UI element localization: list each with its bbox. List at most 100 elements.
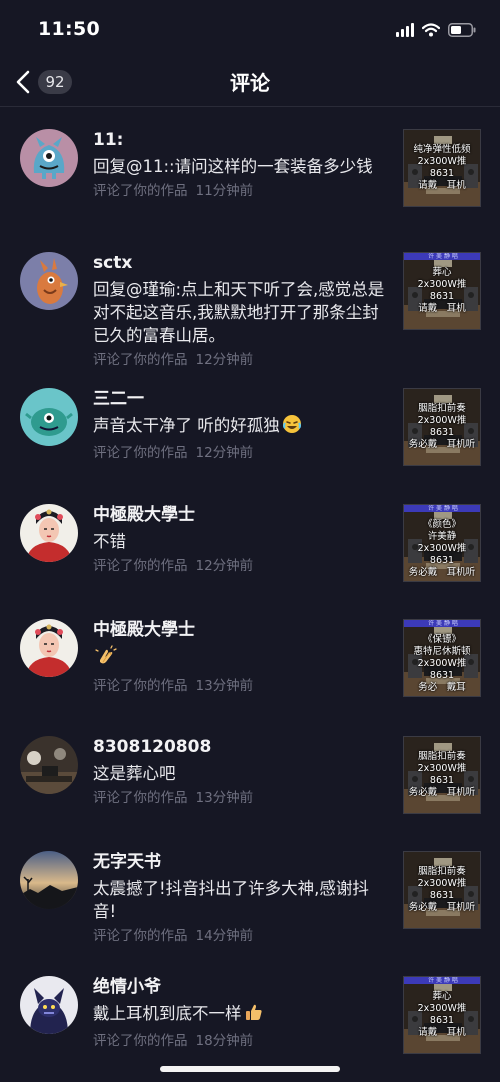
comment-timestamp: 18分钟前 (195, 1033, 254, 1049)
user-avatar[interactable] (20, 976, 78, 1034)
comment-timestamp: 12分钟前 (195, 445, 254, 461)
comment-username[interactable]: 无字天书 (93, 851, 391, 873)
battery-icon (448, 23, 476, 37)
comment-action-label: 评论了你的作品 (93, 558, 188, 574)
user-avatar[interactable] (20, 851, 78, 909)
comment-text: 戴上耳机到底不一样 (93, 1002, 391, 1028)
comment-item[interactable]: 绝情小爷戴上耳机到底不一样 评论了你的作品 18分钟前 许 美 静 唱葬心 2x300… (0, 954, 500, 1070)
comment-text: 声音太干净了 听的好孤独 (93, 414, 391, 440)
wifi-icon (422, 23, 440, 37)
user-avatar[interactable] (20, 388, 78, 446)
comment-text-content: 回复@瑾瑜:点上和天下听了会,感觉总是对不起这音乐,我默默地打开了那条尘封已久的… (93, 280, 385, 345)
comment-meta: 评论了你的作品 14分钟前 (93, 926, 391, 946)
thumbnail-caption: 胭脂扣前奏 2x300W推8631 务必戴 耳机听 (408, 866, 476, 913)
comment-body: 绝情小爷戴上耳机到底不一样 评论了你的作品 18分钟前 (93, 976, 391, 1051)
comment-body: 中極殿大學士评论了你的作品 13分钟前 (93, 619, 391, 696)
comment-text: 不错 (93, 530, 391, 553)
comment-timestamp: 13分钟前 (195, 790, 254, 806)
comment-body: sctx 回复@瑾瑜:点上和天下听了会,感觉总是对不起这音乐,我默默地打开了那条尘… (93, 252, 391, 370)
comment-item[interactable]: 中極殿大學士评论了你的作品 13分钟前 许 美 静 唱《保镖》 惠特尼休斯顿 2x3… (0, 597, 500, 714)
video-thumbnail[interactable]: 许 美 静 唱葬心 2x300W推8631 请戴 耳机 (403, 252, 481, 330)
thumbnail-caption: 葬心 2x300W推8631 请戴 耳机 (417, 267, 467, 314)
clap-emoji-icon (95, 645, 117, 673)
comment-meta: 评论了你的作品 12分钟前 (93, 556, 391, 576)
user-avatar[interactable] (20, 252, 78, 310)
comment-item[interactable]: 无字天书太震撼了!抖音抖出了许多大神,感谢抖音! 评论了你的作品 14分钟前 胭脂扣前… (0, 829, 500, 954)
comment-meta: 评论了你的作品 18分钟前 (93, 1031, 391, 1051)
user-avatar[interactable] (20, 736, 78, 794)
video-thumbnail[interactable]: 纯净弹性低频 2x300W推8631 请戴 耳机 (403, 129, 481, 207)
comment-username[interactable]: sctx (93, 252, 391, 274)
comment-item[interactable]: 中極殿大學士 不错 评论了你的作品 12分钟前 许 美 静 唱《颜色》 许美静 2x30… (0, 482, 500, 597)
comment-meta: 评论了你的作品 13分钟前 (93, 676, 391, 696)
thumbnail-banner: 许 美 静 唱 (404, 977, 480, 984)
comment-text: 太震撼了!抖音抖出了许多大神,感谢抖音! (93, 877, 391, 923)
comment-text-content: 戴上耳机到底不一样 (93, 1004, 242, 1023)
video-thumbnail[interactable]: 许 美 静 唱《颜色》 许美静 2x300W推8631 务必戴 耳机听 (403, 504, 481, 582)
video-thumbnail[interactable]: 许 美 静 唱《保镖》 惠特尼休斯顿 2x300W推8631 务必 戴耳 (403, 619, 481, 697)
comment-text: 这是葬心吧 (93, 762, 391, 785)
comment-text-content: 不错 (93, 532, 126, 551)
comment-meta: 评论了你的作品 13分钟前 (93, 788, 391, 808)
comment-text-content: 这是葬心吧 (93, 764, 176, 783)
video-thumbnail[interactable]: 胭脂扣前奏 2x300W推8631 务必戴 耳机听 (403, 851, 481, 929)
thumbnail-caption: 《保镖》 惠特尼休斯顿 2x300W推8631 务必 戴耳 (413, 634, 471, 693)
header: 92 评论 (0, 58, 500, 107)
thumbnail-caption: 胭脂扣前奏 2x300W推8631 务必戴 耳机听 (408, 403, 476, 450)
comment-item[interactable]: sctx 回复@瑾瑜:点上和天下听了会,感觉总是对不起这音乐,我默默地打开了那条尘… (0, 230, 500, 368)
comment-username[interactable]: 中極殿大學士 (93, 504, 391, 526)
laugh-cry-emoji-icon (282, 414, 302, 440)
comment-text-content: 声音太干净了 听的好孤独 (93, 416, 280, 435)
status-time: 11:50 (38, 18, 100, 40)
comment-item[interactable]: 11:回复@11::请问这样的一套装备多少钱 评论了你的作品 11分钟前 纯净弹性低频… (0, 107, 500, 230)
comment-username[interactable]: 8308120808 (93, 736, 391, 758)
thumbnail-caption: 纯净弹性低频 2x300W推8631 请戴 耳机 (413, 144, 471, 191)
page-title: 评论 (230, 71, 270, 95)
comment-text: 回复@11::请问这样的一套装备多少钱 (93, 155, 391, 178)
comment-list: 11:回复@11::请问这样的一套装备多少钱 评论了你的作品 11分钟前 纯净弹性低频… (0, 107, 500, 1070)
comment-username[interactable]: 三二一 (93, 388, 391, 410)
comment-body: 8308120808 这是葬心吧评论了你的作品 13分钟前 (93, 736, 391, 808)
status-icons (396, 20, 476, 40)
thumbs-up-emoji-icon (244, 1002, 264, 1028)
comment-action-label: 评论了你的作品 (93, 445, 188, 461)
comment-action-label: 评论了你的作品 (93, 928, 188, 944)
comment-body: 无字天书太震撼了!抖音抖出了许多大神,感谢抖音! 评论了你的作品 14分钟前 (93, 851, 391, 946)
signal-icon (396, 23, 414, 37)
comment-body: 中極殿大學士 不错评论了你的作品 12分钟前 (93, 504, 391, 576)
comment-text (93, 645, 391, 673)
thumbnail-banner: 许 美 静 唱 (404, 253, 480, 260)
comment-action-label: 评论了你的作品 (93, 678, 188, 694)
thumbnail-caption: 《颜色》 许美静 2x300W推8631 务必戴 耳机听 (408, 519, 476, 578)
comment-meta: 评论了你的作品 11分钟前 (93, 181, 391, 201)
user-avatar[interactable] (20, 619, 78, 677)
thumbnail-caption: 胭脂扣前奏 2x300W推8631 务必戴 耳机听 (408, 751, 476, 798)
video-thumbnail[interactable]: 许 美 静 唱葬心 2x300W推8631 请戴 耳机 (403, 976, 481, 1054)
thumbnail-banner: 许 美 静 唱 (404, 505, 480, 512)
comment-timestamp: 11分钟前 (195, 183, 254, 199)
comment-timestamp: 14分钟前 (195, 928, 254, 944)
comment-action-label: 评论了你的作品 (93, 790, 188, 806)
comment-text-content: 回复@11::请问这样的一套装备多少钱 (93, 157, 373, 176)
video-thumbnail[interactable]: 胭脂扣前奏 2x300W推8631 务必戴 耳机听 (403, 736, 481, 814)
comment-item[interactable]: 8308120808 这是葬心吧评论了你的作品 13分钟前 胭脂扣前奏 2x300W推… (0, 714, 500, 829)
user-avatar[interactable] (20, 504, 78, 562)
thumbnail-banner: 许 美 静 唱 (404, 620, 480, 627)
home-indicator[interactable] (160, 1066, 340, 1072)
comment-username[interactable]: 11: (93, 129, 391, 151)
thumbnail-caption: 葬心 2x300W推8631 请戴 耳机 (417, 991, 467, 1038)
comment-timestamp: 13分钟前 (195, 678, 254, 694)
comment-item[interactable]: 三二一声音太干净了 听的好孤独 评论了你的作品 12分钟前 胭脂扣前奏 2x300W推… (0, 366, 500, 482)
comment-action-label: 评论了你的作品 (93, 1033, 188, 1049)
comment-text-content: 太震撼了!抖音抖出了许多大神,感谢抖音! (93, 879, 369, 921)
comment-body: 三二一声音太干净了 听的好孤独 评论了你的作品 12分钟前 (93, 388, 391, 463)
video-thumbnail[interactable]: 胭脂扣前奏 2x300W推8631 务必戴 耳机听 (403, 388, 481, 466)
status-bar: 11:50 (0, 0, 500, 58)
comment-text: 回复@瑾瑜:点上和天下听了会,感觉总是对不起这音乐,我默默地打开了那条尘封已久的… (93, 278, 391, 347)
comments-screen: 11:50 92 评论 11: 回复@11::请问这样的一套装备多少钱 评论了你… (0, 0, 500, 1082)
comment-username[interactable]: 绝情小爷 (93, 976, 391, 998)
comment-action-label: 评论了你的作品 (93, 183, 188, 199)
user-avatar[interactable] (20, 129, 78, 187)
comment-username[interactable]: 中極殿大學士 (93, 619, 391, 641)
comment-meta: 评论了你的作品 12分钟前 (93, 443, 391, 463)
